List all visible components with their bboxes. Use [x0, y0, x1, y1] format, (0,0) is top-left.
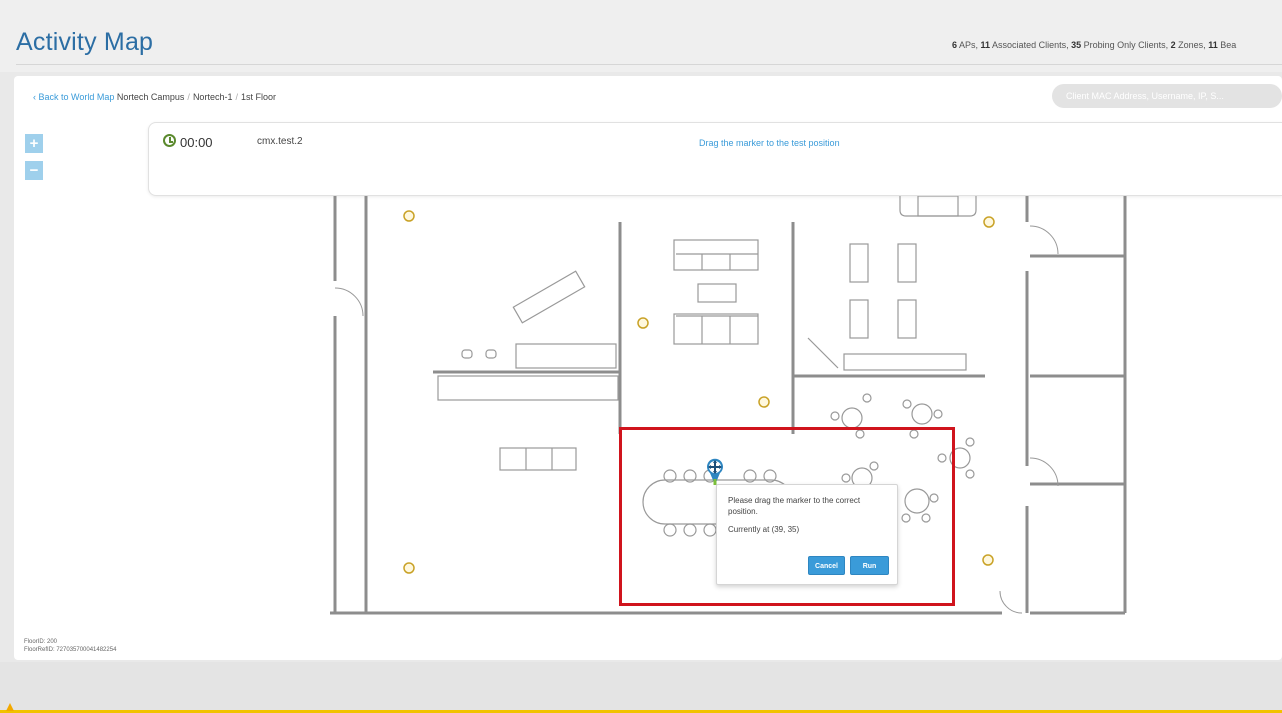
floor-ref-id: FloorRefID: 727035700041482254: [24, 647, 117, 653]
client-search-input[interactable]: [1052, 84, 1282, 108]
page-title: Activity Map: [16, 28, 154, 56]
back-link-label: Back to World Map: [38, 92, 115, 102]
clock-icon: [163, 134, 176, 147]
ap-marker-icon: [637, 317, 649, 329]
ap-marker-icon: [983, 216, 995, 228]
stat-associated-label: Associated Clients,: [990, 40, 1072, 50]
popup-message: Please drag the marker to the correct po…: [728, 496, 861, 516]
breadcrumb-separator: /: [187, 92, 190, 102]
stat-associated-count: 11: [980, 40, 991, 50]
breadcrumb-separator: /: [235, 92, 238, 102]
ap-marker-icon: [982, 554, 994, 566]
stat-beacons-count: 11: [1208, 40, 1218, 50]
stat-zones-label: Zones,: [1175, 40, 1209, 50]
marker-position-readout: Currently at (39, 35): [728, 525, 800, 534]
zoom-in-button[interactable]: +: [25, 134, 43, 153]
ap-marker-icon: [403, 562, 415, 574]
breadcrumb-building[interactable]: Nortech-1: [193, 92, 233, 102]
test-timer: 00:00: [180, 135, 213, 150]
ap-marker-icon: [403, 210, 415, 222]
stat-beacons-label: Bea: [1217, 40, 1237, 50]
floor-metadata: FloorID: 200 FloorRefID: 727035700041482…: [24, 638, 116, 654]
cancel-button[interactable]: Cancel: [808, 556, 845, 575]
breadcrumb: ‹ Back to World Map Nortech Campus / Norte…: [33, 92, 276, 102]
warning-icon[interactable]: [6, 703, 14, 711]
app-header: Activity Map 6 APs, 11 Associated Client…: [0, 0, 1282, 72]
stat-aps-label: APs,: [957, 40, 981, 50]
move-marker-icon[interactable]: [705, 457, 725, 487]
breadcrumb-campus[interactable]: Nortech Campus: [117, 92, 185, 102]
stat-probing-count: 35: [1071, 40, 1082, 50]
run-button[interactable]: Run: [850, 556, 889, 575]
location-test-bar: 00:00 cmx.test.2 Drag the marker to the …: [148, 122, 1282, 196]
summary-stats: 6 APs, 11 Associated Clients, 35 Probing…: [952, 40, 1282, 50]
back-to-world-map-link[interactable]: ‹ Back to World Map: [33, 92, 114, 102]
marker-popup: Please drag the marker to the correct po…: [716, 484, 898, 585]
breadcrumb-floor[interactable]: 1st Floor: [241, 92, 276, 102]
header-divider: [16, 64, 1282, 65]
zoom-out-button[interactable]: −: [25, 161, 43, 180]
floor-id: FloorID: 200: [24, 639, 58, 645]
ap-marker-icon: [758, 396, 770, 408]
test-name: cmx.test.2: [257, 136, 303, 147]
stat-probing-label: Probing Only Clients,: [1081, 40, 1171, 50]
footer-band: [0, 662, 1282, 713]
test-instruction: Drag the marker to the test position: [699, 138, 840, 148]
